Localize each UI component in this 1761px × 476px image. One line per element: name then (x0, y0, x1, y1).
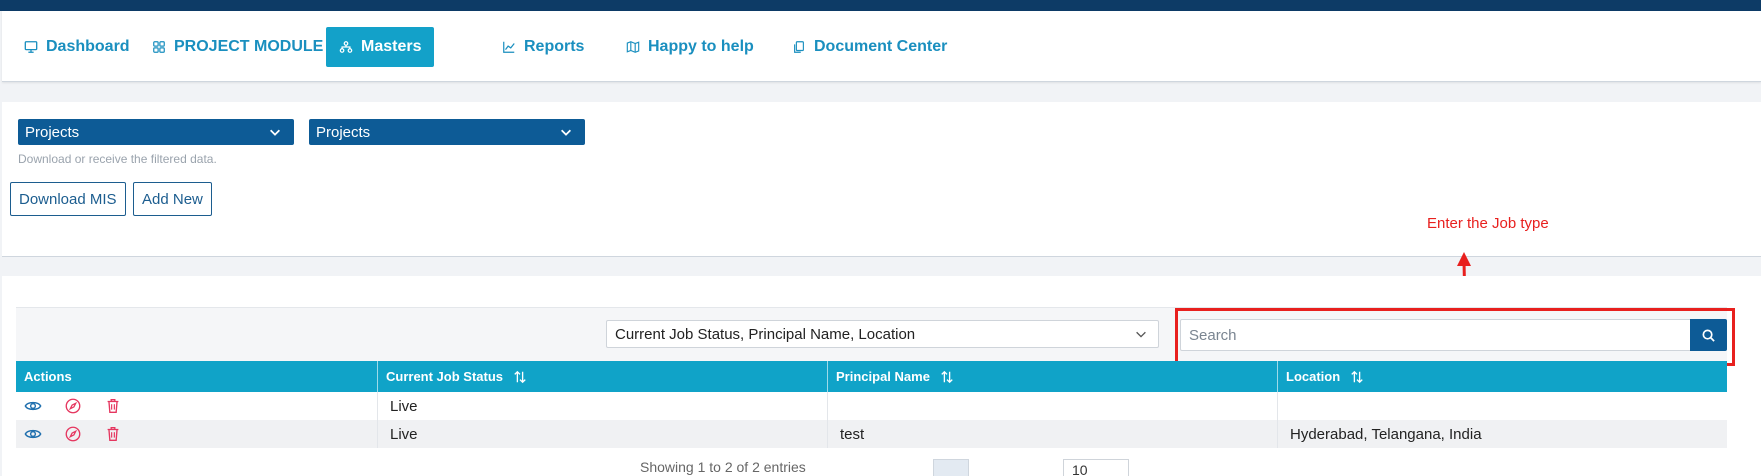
nav-project-module[interactable]: PROJECT MODULE (139, 27, 336, 67)
th-label: Actions (24, 369, 72, 384)
column-filter-select[interactable]: Current Job Status, Principal Name, Loca… (606, 320, 1159, 348)
th-current-job-status[interactable]: Current Job Status (378, 361, 828, 392)
th-principal-name[interactable]: Principal Name (828, 361, 1278, 392)
nav-label: Masters (361, 38, 422, 55)
page-size-select[interactable]: 10 (1063, 459, 1129, 476)
nav-happy-to-help[interactable]: Happy to help (613, 27, 767, 67)
row-actions (16, 420, 378, 448)
filter-panel: Projects Projects Download or receive th… (2, 102, 1761, 257)
nav-label: Happy to help (648, 38, 754, 55)
nav-label: Reports (524, 38, 585, 55)
submodule-select[interactable]: Projects (309, 119, 585, 145)
compass-icon[interactable] (64, 397, 82, 415)
chevron-down-icon (1136, 331, 1146, 338)
module-select[interactable]: Projects (18, 119, 294, 145)
th-label: Principal Name (836, 369, 930, 384)
table-row: Live test Hyderabad, Telangana, India (16, 420, 1727, 448)
nav-label: PROJECT MODULE (174, 38, 324, 55)
th-actions: Actions (16, 361, 378, 392)
module-select-value: Projects (25, 123, 80, 141)
th-location[interactable]: Location (1278, 361, 1727, 392)
search-input[interactable] (1180, 319, 1691, 351)
table-header: Actions Current Job Status Principal Nam… (16, 361, 1727, 392)
sort-icon (941, 370, 953, 383)
nav-dashboard[interactable]: Dashboard (11, 27, 143, 67)
submodule-select-value: Projects (316, 123, 371, 141)
sort-icon (514, 370, 526, 383)
nav-masters[interactable]: Masters (326, 27, 435, 67)
th-label: Location (1286, 369, 1341, 384)
nav-reports[interactable]: Reports (489, 27, 597, 67)
trash-icon[interactable] (104, 397, 122, 415)
view-eye-icon[interactable] (24, 425, 42, 443)
search-button[interactable] (1690, 319, 1727, 351)
documents-icon (794, 41, 804, 53)
cell-principal: test (828, 420, 1278, 448)
chevron-down-icon (270, 129, 280, 136)
cell-status: Live (378, 420, 828, 448)
download-mis-button[interactable]: Download MIS (10, 182, 126, 216)
trash-icon[interactable] (104, 425, 122, 443)
page-number-button[interactable] (933, 459, 969, 476)
search-icon (1702, 329, 1715, 342)
cell-location (1278, 392, 1727, 420)
pagination-summary: Showing 1 to 2 of 2 entries (640, 459, 806, 475)
monitor-icon (24, 41, 38, 53)
nav-document-center[interactable]: Document Center (779, 27, 960, 67)
sort-icon (1351, 370, 1363, 383)
nav-label: Dashboard (46, 38, 130, 55)
column-filter-value: Current Job Status, Principal Name, Loca… (615, 325, 916, 343)
cell-principal (828, 392, 1278, 420)
view-eye-icon[interactable] (24, 397, 42, 415)
top-bar (0, 0, 1761, 11)
map-icon (626, 41, 640, 53)
grid-icon (153, 41, 165, 53)
chevron-down-icon (561, 129, 571, 136)
th-label: Current Job Status (386, 369, 504, 384)
row-actions (16, 392, 378, 420)
filter-hint: Download or receive the filtered data. (18, 152, 217, 166)
chart-icon (503, 41, 515, 53)
hierarchy-icon (339, 41, 353, 53)
table-row: Live (16, 392, 1727, 420)
add-new-button[interactable]: Add New (133, 182, 212, 216)
nav-label: Document Center (814, 38, 948, 55)
cell-location: Hyderabad, Telangana, India (1290, 425, 1482, 443)
annotation-label: Enter the Job type (1427, 215, 1549, 232)
compass-icon[interactable] (64, 425, 82, 443)
main-nav: Dashboard PROJECT MODULE Masters Reports… (2, 11, 1761, 82)
cell-status: Live (378, 392, 828, 420)
